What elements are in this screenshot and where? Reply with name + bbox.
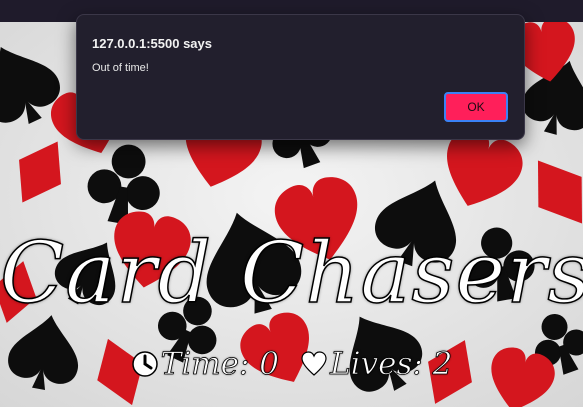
dialog-title: 127.0.0.1:5500 says (92, 36, 212, 51)
browser-page: Card Chasers Time: 0 Lives: 2 127.0.0.1:… (0, 0, 583, 407)
game-title: Card Chasers (0, 223, 583, 323)
time-text: Time: 0 (160, 346, 279, 383)
clock-icon (131, 351, 158, 377)
heart-icon (301, 351, 327, 376)
alert-dialog: 127.0.0.1:5500 says Out of time! OK (76, 14, 525, 140)
lives-text: Lives: 2 (330, 346, 453, 383)
ok-button[interactable]: OK (444, 92, 508, 122)
dialog-message: Out of time! (92, 62, 149, 74)
game-hud: Time: 0 Lives: 2 (0, 346, 583, 382)
lives-display: Lives: 2 (300, 346, 453, 383)
time-display: Time: 0 (131, 346, 279, 382)
